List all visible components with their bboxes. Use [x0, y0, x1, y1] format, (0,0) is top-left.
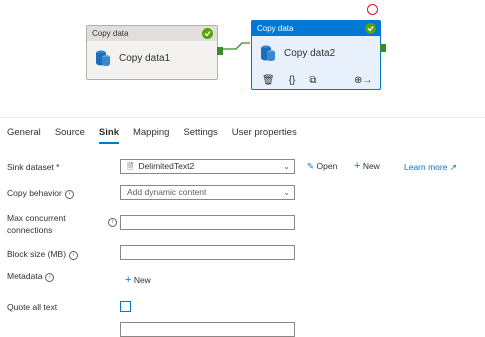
panel-divider	[0, 117, 485, 118]
plus-icon: +	[354, 160, 361, 172]
tab-sink[interactable]: Sink	[98, 127, 119, 144]
node-label: Copy data1	[119, 52, 171, 64]
max-connections-label-line2: connections	[7, 225, 53, 235]
node-header-label: Copy data	[92, 29, 129, 38]
metadata-label: Metadata	[7, 271, 43, 281]
block-size-label: Block size (MB)	[7, 249, 67, 259]
plus-icon: +	[125, 274, 132, 286]
info-icon: i	[64, 190, 74, 199]
output-port[interactable]	[380, 44, 386, 52]
pipeline-canvas[interactable]: Copy data Copy data1 Copy data Copy data…	[0, 0, 485, 117]
node-header: Copy data	[87, 26, 217, 41]
block-size-row: Block size (MB) i	[7, 249, 79, 260]
next-field-input[interactable]	[120, 322, 295, 337]
copy-behavior-row: Copy behavior i	[7, 188, 74, 199]
max-connections-row: Max concurrent connections	[7, 212, 66, 236]
delete-icon[interactable]: 🗑	[262, 75, 275, 86]
sink-dataset-label: Sink dataset *	[7, 162, 60, 172]
info-icon: i	[45, 273, 55, 282]
external-link-icon: ↗	[449, 162, 457, 172]
connector-arrow	[220, 42, 250, 50]
activity-node-copy-data2[interactable]: Copy data Copy data2 🗑 {} ⧉ ⊕→	[251, 20, 386, 90]
copy-behavior-placeholder: Add dynamic content	[127, 187, 207, 197]
chevron-down-icon: ⌄	[283, 162, 290, 171]
node-header-label: Copy data	[257, 24, 294, 33]
metadata-new-label: New	[133, 275, 151, 285]
open-dataset-link[interactable]: ✎ Open	[307, 161, 337, 172]
quote-all-checkbox[interactable]	[120, 301, 131, 312]
error-indicator-circle	[367, 4, 378, 15]
new-label: New	[362, 161, 380, 171]
tab-source[interactable]: Source	[55, 127, 85, 144]
max-connections-input[interactable]	[120, 215, 295, 230]
quote-all-label: Quote all text	[7, 302, 58, 312]
clone-icon[interactable]: ⧉	[309, 75, 316, 86]
activity-node-copy-data1[interactable]: Copy data Copy data1	[86, 25, 223, 80]
tab-general[interactable]: General	[7, 127, 41, 144]
copy-behavior-select[interactable]: Add dynamic content ⌄	[120, 185, 295, 200]
learn-more-label: Learn more	[404, 162, 448, 172]
node-label: Copy data2	[284, 47, 336, 59]
properties-tabs: General Source Sink Mapping Settings Use…	[7, 127, 311, 144]
node-header: Copy data	[252, 21, 380, 36]
dataset-file-icon: 🗎	[127, 162, 134, 171]
tab-settings[interactable]: Settings	[183, 127, 217, 144]
tab-mapping[interactable]: Mapping	[133, 127, 169, 144]
info-icon: i	[69, 251, 79, 260]
metadata-row: Metadata i	[7, 271, 55, 282]
learn-more-link[interactable]: Learn more ↗	[404, 162, 457, 173]
copy-data-icon	[96, 50, 110, 66]
max-connections-label-line1: Max concurrent	[7, 213, 66, 223]
sink-dataset-select[interactable]: 🗎 DelimitedText2 ⌄	[120, 159, 295, 174]
success-check-icon	[365, 23, 376, 34]
tab-user-properties[interactable]: User properties	[232, 127, 297, 144]
copy-data-icon	[261, 45, 275, 61]
code-icon[interactable]: {}	[289, 75, 296, 86]
add-output-icon[interactable]: ⊕→	[354, 75, 372, 86]
metadata-new-button[interactable]: + New	[125, 274, 151, 286]
copy-behavior-label: Copy behavior	[7, 188, 62, 198]
success-check-icon	[202, 28, 213, 39]
info-icon: i	[108, 218, 117, 227]
chevron-down-icon: ⌄	[283, 188, 290, 197]
open-label: Open	[316, 161, 338, 171]
sink-dataset-value: DelimitedText2	[138, 161, 195, 171]
block-size-input[interactable]	[120, 245, 295, 260]
edit-pencil-icon: ✎	[307, 161, 315, 171]
new-dataset-button[interactable]: + New	[354, 160, 380, 172]
